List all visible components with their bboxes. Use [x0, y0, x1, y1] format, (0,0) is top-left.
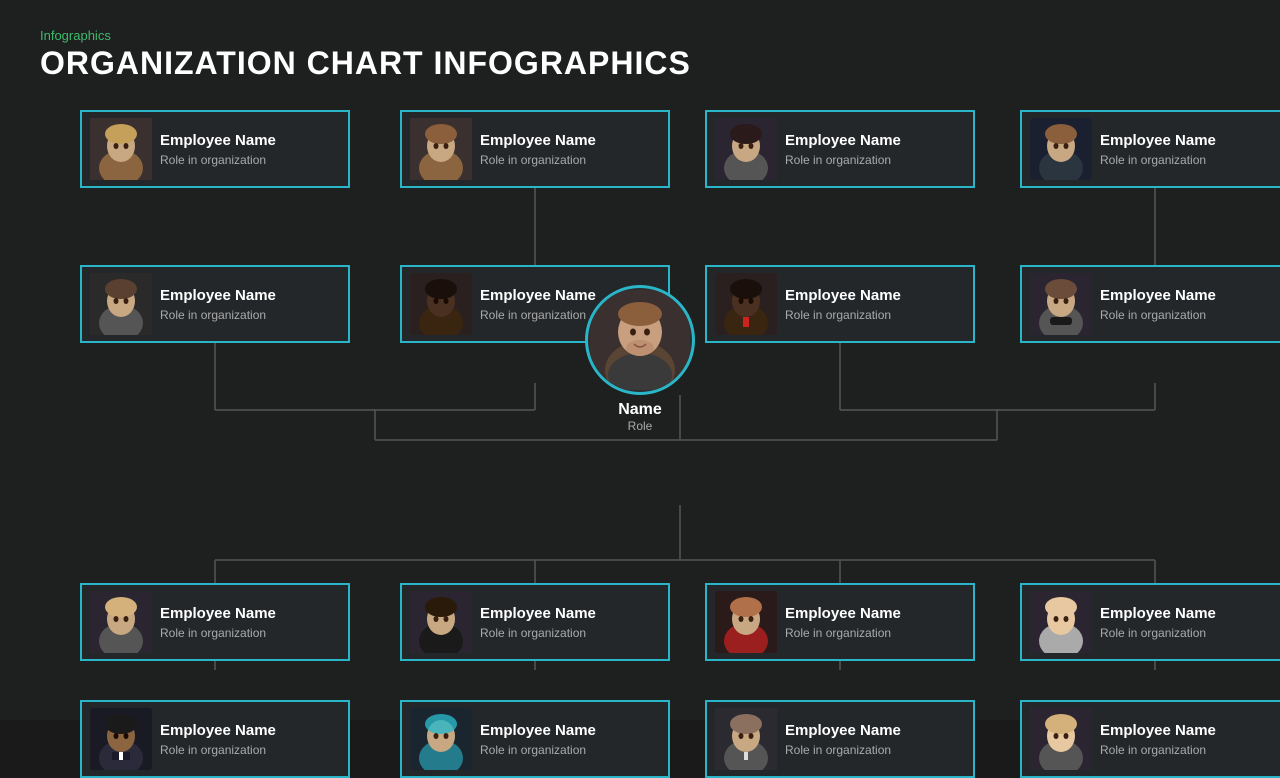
page: Infographics ORGANIZATION CHART INFOGRAP… — [0, 0, 1280, 720]
name-bs4: Employee Name — [1100, 721, 1216, 741]
info-t3: Employee Name Role in organization — [785, 131, 901, 167]
card-b3: Employee Name Role in organization — [705, 583, 975, 661]
name-ts2: Employee Name — [480, 286, 596, 306]
boss-name: Name — [618, 401, 662, 419]
name-ts1: Employee Name — [160, 286, 276, 306]
card-b1: Employee Name Role in organization — [80, 583, 350, 661]
card-bs2: Employee Name Role in organization — [400, 700, 670, 778]
info-ts3: Employee Name Role in organization — [785, 286, 901, 322]
photo-ts2 — [410, 273, 472, 335]
card-b4: Employee Name Role in organization — [1020, 583, 1280, 661]
role-b1: Role in organization — [160, 626, 276, 640]
name-t3: Employee Name — [785, 131, 901, 151]
role-t3: Role in organization — [785, 153, 901, 167]
info-t2: Employee Name Role in organization — [480, 131, 596, 167]
card-t1: Employee Name Role in organization — [80, 110, 350, 188]
role-b2: Role in organization — [480, 626, 596, 640]
role-t2: Role in organization — [480, 153, 596, 167]
name-bs3: Employee Name — [785, 721, 901, 741]
boss-role: Role — [628, 419, 653, 433]
photo-b1 — [90, 591, 152, 653]
role-bs1: Role in organization — [160, 743, 276, 757]
role-b4: Role in organization — [1100, 626, 1216, 640]
header: Infographics ORGANIZATION CHART INFOGRAP… — [40, 28, 1240, 82]
header-title: ORGANIZATION CHART INFOGRAPHICS — [40, 45, 1240, 82]
card-bs4: Employee Name Role in organization — [1020, 700, 1280, 778]
name-ts4: Employee Name — [1100, 286, 1216, 306]
info-ts4: Employee Name Role in organization — [1100, 286, 1216, 322]
card-ts3: Employee Name Role in organization — [705, 265, 975, 343]
card-t3: Employee Name Role in organization — [705, 110, 975, 188]
name-b4: Employee Name — [1100, 604, 1216, 624]
card-b2: Employee Name Role in organization — [400, 583, 670, 661]
card-t2: Employee Name Role in organization — [400, 110, 670, 188]
info-ts2: Employee Name Role in organization — [480, 286, 596, 322]
name-bs2: Employee Name — [480, 721, 596, 741]
role-ts1: Role in organization — [160, 308, 276, 322]
photo-b2 — [410, 591, 472, 653]
name-b2: Employee Name — [480, 604, 596, 624]
role-ts4: Role in organization — [1100, 308, 1216, 322]
name-b3: Employee Name — [785, 604, 901, 624]
name-t1: Employee Name — [160, 131, 276, 151]
photo-b4 — [1030, 591, 1092, 653]
info-bs3: Employee Name Role in organization — [785, 721, 901, 757]
card-ts1: Employee Name Role in organization — [80, 265, 350, 343]
boss-circle — [585, 285, 695, 395]
boss-node: Name Role — [585, 285, 695, 433]
card-bs1: Employee Name Role in organization — [80, 700, 350, 778]
info-b1: Employee Name Role in organization — [160, 604, 276, 640]
info-t1: Employee Name Role in organization — [160, 131, 276, 167]
photo-t2 — [410, 118, 472, 180]
role-ts3: Role in organization — [785, 308, 901, 322]
name-b1: Employee Name — [160, 604, 276, 624]
role-bs4: Role in organization — [1100, 743, 1216, 757]
name-t4: Employee Name — [1100, 131, 1216, 151]
photo-t1 — [90, 118, 152, 180]
photo-t4 — [1030, 118, 1092, 180]
info-bs2: Employee Name Role in organization — [480, 721, 596, 757]
name-ts3: Employee Name — [785, 286, 901, 306]
role-b3: Role in organization — [785, 626, 901, 640]
photo-ts4 — [1030, 273, 1092, 335]
photo-b3 — [715, 591, 777, 653]
info-t4: Employee Name Role in organization — [1100, 131, 1216, 167]
card-t4: Employee Name Role in organization — [1020, 110, 1280, 188]
role-bs2: Role in organization — [480, 743, 596, 757]
photo-ts1 — [90, 273, 152, 335]
photo-bs2 — [410, 708, 472, 770]
name-bs1: Employee Name — [160, 721, 276, 741]
info-bs4: Employee Name Role in organization — [1100, 721, 1216, 757]
info-b2: Employee Name Role in organization — [480, 604, 596, 640]
photo-bs4 — [1030, 708, 1092, 770]
role-t1: Role in organization — [160, 153, 276, 167]
chart-area: Name Role Employee Name Role in organiza… — [40, 100, 1240, 670]
photo-ts3 — [715, 273, 777, 335]
card-ts4: Employee Name Role in organization — [1020, 265, 1280, 343]
header-subtitle: Infographics — [40, 28, 1240, 43]
info-b3: Employee Name Role in organization — [785, 604, 901, 640]
info-bs1: Employee Name Role in organization — [160, 721, 276, 757]
role-ts2: Role in organization — [480, 308, 596, 322]
photo-t3 — [715, 118, 777, 180]
info-ts1: Employee Name Role in organization — [160, 286, 276, 322]
photo-bs1 — [90, 708, 152, 770]
photo-bs3 — [715, 708, 777, 770]
role-t4: Role in organization — [1100, 153, 1216, 167]
card-bs3: Employee Name Role in organization — [705, 700, 975, 778]
name-t2: Employee Name — [480, 131, 596, 151]
info-b4: Employee Name Role in organization — [1100, 604, 1216, 640]
role-bs3: Role in organization — [785, 743, 901, 757]
